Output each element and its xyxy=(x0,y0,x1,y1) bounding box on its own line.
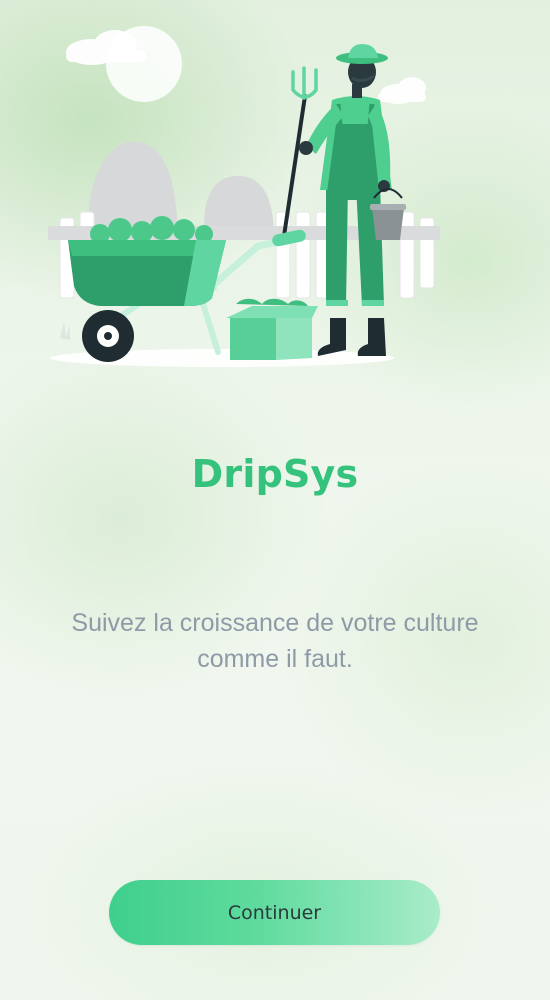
continue-button-label: Continuer xyxy=(227,901,322,924)
continue-button[interactable]: Continuer xyxy=(109,880,440,945)
crate-icon xyxy=(226,298,318,360)
farmer-illustration xyxy=(48,26,440,367)
sun-icon xyxy=(106,26,182,102)
onboarding-screen: DripSys Suivez la croissance de votre cu… xyxy=(0,0,550,1000)
grass-icon xyxy=(60,322,70,340)
app-title: DripSys xyxy=(191,452,359,496)
cloud-icon xyxy=(378,77,426,104)
app-tagline: Suivez la croissance de votre culture co… xyxy=(71,609,479,673)
